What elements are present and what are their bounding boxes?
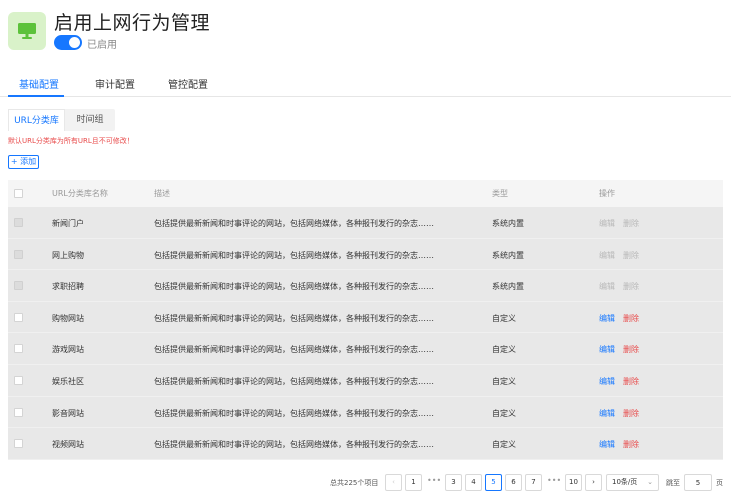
table-body: 新闻门户 包括提供最新新闻和时事评论的网站，包括网络媒体，各种报刊发行的杂志…… 系… <box>8 207 723 460</box>
delete-button: 删除 <box>623 282 639 292</box>
page-1-button[interactable]: 1 <box>405 474 422 491</box>
delete-button: 删除 <box>623 219 639 228</box>
row-type: 系统内置 <box>492 219 524 228</box>
tab-basic-config[interactable]: 基础配置 <box>19 76 59 91</box>
table-row: 购物网站 包括提供最新新闻和时事评论的网站，包括网络媒体，各种报刊发行的杂志…… 自… <box>8 301 723 334</box>
select-all-checkbox[interactable] <box>14 189 23 198</box>
edit-button[interactable]: 编辑 <box>599 376 615 387</box>
jump-page-input[interactable] <box>684 474 712 491</box>
col-actions: 操作 <box>599 189 615 198</box>
row-description: 包括提供最新新闻和时事评论的网站，包括网络媒体，各种报刊发行的杂志…… <box>154 250 434 260</box>
row-description: 包括提供最新新闻和时事评论的网站，包括网络媒体，各种报刊发行的杂志…… <box>154 440 434 450</box>
row-checkbox[interactable] <box>14 375 23 385</box>
sub-tabs: URL分类库 时间组 <box>8 109 115 131</box>
table-row: 新闻门户 包括提供最新新闻和时事评论的网站，包括网络媒体，各种报刊发行的杂志…… 系… <box>8 207 723 239</box>
ellipsis-right[interactable]: ••• <box>547 476 561 485</box>
edit-button: 编辑 <box>599 282 615 292</box>
page-7-button[interactable]: 7 <box>525 474 542 491</box>
delete-button[interactable]: 删除 <box>623 408 639 419</box>
row-description: 包括提供最新新闻和时事评论的网站，包括网络媒体，各种报刊发行的杂志…… <box>154 345 434 355</box>
table-row: 游戏网站 包括提供最新新闻和时事评论的网站，包括网络媒体，各种报刊发行的杂志…… 自… <box>8 333 723 365</box>
edit-button[interactable]: 编辑 <box>599 439 615 450</box>
row-checkbox[interactable] <box>14 312 23 322</box>
page-6-button[interactable]: 6 <box>505 474 522 491</box>
delete-button: 删除 <box>623 250 639 260</box>
page-10-button[interactable]: 10 <box>565 474 582 491</box>
delete-button[interactable]: 删除 <box>623 439 639 450</box>
ellipsis-left[interactable]: ••• <box>427 476 441 485</box>
row-checkbox <box>14 249 23 259</box>
app-icon <box>8 12 46 50</box>
row-description: 包括提供最新新闻和时事评论的网站，包括网络媒体，各种报刊发行的杂志…… <box>154 376 434 386</box>
row-description: 包括提供最新新闻和时事评论的网站，包括网络媒体，各种报刊发行的杂志…… <box>154 219 434 228</box>
page-3-button[interactable]: 3 <box>445 474 462 491</box>
row-checkbox[interactable] <box>14 439 23 449</box>
main-tabs: 基础配置 审计配置 管控配置 <box>0 66 731 97</box>
table-row: 网上购物 包括提供最新新闻和时事评论的网站，包括网络媒体，各种报刊发行的杂志…… 系… <box>8 238 723 271</box>
pagination-total: 总共225个项目 <box>330 479 379 487</box>
toggle-knob <box>69 37 80 48</box>
edit-button: 编辑 <box>599 219 615 228</box>
row-name: 视频网站 <box>52 440 84 450</box>
enable-toggle[interactable] <box>54 35 82 50</box>
pagination: 总共225个项目 ‹ 1 ••• 3 4 5 6 7 ••• 10 › 10条/… <box>0 474 731 491</box>
page-size-select[interactable]: 10条/页 ⌄ <box>606 474 659 491</box>
tab-control-config[interactable]: 管控配置 <box>168 76 208 91</box>
table-row: 视频网站 包括提供最新新闻和时事评论的网站，包括网络媒体，各种报刊发行的杂志…… 自… <box>8 428 723 460</box>
row-type: 系统内置 <box>492 250 524 260</box>
col-type: 类型 <box>492 189 508 198</box>
url-category-table: URL分类库名称 描述 类型 操作 新闻门户包括提供最新新闻和时事评论的网站，包… <box>8 180 723 460</box>
col-name: URL分类库名称 <box>52 189 108 198</box>
edit-button[interactable]: 编辑 <box>599 344 615 355</box>
page-title: 启用上网行为管理 <box>54 12 211 34</box>
row-checkbox[interactable] <box>14 407 23 417</box>
edit-button[interactable]: 编辑 <box>599 408 615 419</box>
row-name: 影音网站 <box>52 408 84 418</box>
delete-button[interactable]: 删除 <box>623 376 639 387</box>
add-button[interactable]: + 添加 <box>8 155 39 169</box>
row-description: 包括提供最新新闻和时事评论的网站，包括网络媒体，各种报刊发行的杂志…… <box>154 313 434 323</box>
row-checkbox <box>14 218 23 227</box>
edit-button: 编辑 <box>599 250 615 260</box>
notice-text: 默认URL分类库为所有URL且不可修改！ <box>8 137 134 145</box>
chevron-down-icon: ⌄ <box>647 478 653 486</box>
page-5-button[interactable]: 5 <box>485 474 502 491</box>
jump-label: 跳至 <box>666 479 680 487</box>
table-row: 求职招聘 包括提供最新新闻和时事评论的网站，包括网络媒体，各种报刊发行的杂志…… 系… <box>8 270 723 302</box>
delete-button[interactable]: 删除 <box>623 313 639 324</box>
row-name: 游戏网站 <box>52 345 84 355</box>
row-type: 自定义 <box>492 313 516 323</box>
tab-audit-config[interactable]: 审计配置 <box>95 76 135 91</box>
row-name: 求职招聘 <box>52 282 84 292</box>
page-4-button[interactable]: 4 <box>465 474 482 491</box>
table-header: URL分类库名称 描述 类型 操作 <box>8 180 723 207</box>
page-suffix: 页 <box>716 479 723 487</box>
active-tab-indicator <box>8 95 64 97</box>
row-description: 包括提供最新新闻和时事评论的网站，包括网络媒体，各种报刊发行的杂志…… <box>154 282 434 292</box>
table-row: 影音网站 包括提供最新新闻和时事评论的网站，包括网络媒体，各种报刊发行的杂志…… 自… <box>8 396 723 429</box>
row-type: 自定义 <box>492 345 516 355</box>
row-name: 新闻门户 <box>52 219 84 228</box>
row-checkbox <box>14 281 23 291</box>
page-size-value: 10条/页 <box>612 478 638 486</box>
prev-page-button[interactable]: ‹ <box>385 474 402 491</box>
toggle-label: 已启用 <box>87 40 117 51</box>
row-checkbox[interactable] <box>14 344 23 354</box>
row-type: 自定义 <box>492 376 516 386</box>
subtab-url-category[interactable]: URL分类库 <box>8 109 65 131</box>
row-name: 娱乐社区 <box>52 376 84 386</box>
next-page-button[interactable]: › <box>585 474 602 491</box>
row-type: 自定义 <box>492 440 516 450</box>
row-type: 自定义 <box>492 408 516 418</box>
row-name: 购物网站 <box>52 313 84 323</box>
table-row: 娱乐社区 包括提供最新新闻和时事评论的网站，包括网络媒体，各种报刊发行的杂志…… 自… <box>8 364 723 397</box>
row-type: 系统内置 <box>492 282 524 292</box>
row-name: 网上购物 <box>52 250 84 260</box>
row-description: 包括提供最新新闻和时事评论的网站，包括网络媒体，各种报刊发行的杂志…… <box>154 408 434 418</box>
edit-button[interactable]: 编辑 <box>599 313 615 324</box>
col-description: 描述 <box>154 189 170 198</box>
subtab-time-group[interactable]: 时间组 <box>65 109 115 131</box>
monitor-icon <box>18 23 36 39</box>
delete-button[interactable]: 删除 <box>623 344 639 355</box>
